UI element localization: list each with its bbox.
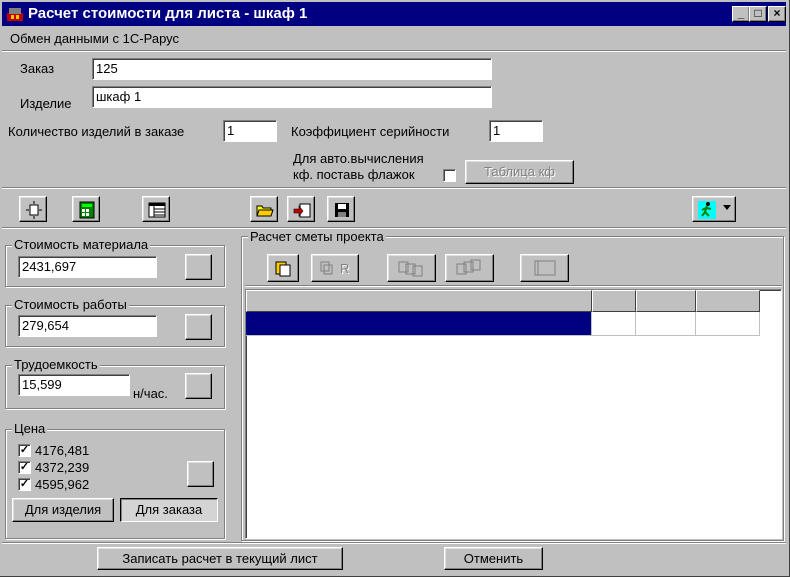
grid-cell[interactable] [636,312,696,336]
estimate-title: Расчет сметы проекта [248,229,386,244]
chevron-down-icon [723,205,731,210]
run-dropdown-button[interactable] [692,196,736,222]
grid-cell[interactable] [696,312,760,336]
quantity-label: Количество изделий в заказе [8,124,185,139]
table-button[interactable] [142,196,170,222]
title-bar[interactable]: Расчет стоимости для листа - шкаф 1 _ □ … [2,2,786,26]
coef-table-button[interactable]: Таблица кф [465,160,574,184]
work-cost-input[interactable]: 279,654 [18,315,157,337]
multi-copy-button[interactable] [387,254,436,282]
for-order-button[interactable]: Для заказа [120,498,218,522]
close-button[interactable]: × [768,6,786,22]
labor-unit: н/час. [133,386,168,401]
footer-divider [2,542,786,544]
price-checkbox-1[interactable]: ✓ [18,444,31,457]
order-label: Заказ [20,61,55,76]
labor-button[interactable] [185,373,212,399]
grid-selected-cell[interactable] [246,312,592,336]
grid-header-cell[interactable] [696,290,760,312]
price-value-2: 4372,239 [35,460,90,475]
grid-header-cell[interactable] [636,290,696,312]
settings-button[interactable] [19,196,47,222]
paste-icon [275,261,291,277]
price-button[interactable] [187,461,214,487]
paste-button[interactable] [267,254,299,282]
quantity-input[interactable]: 1 [223,120,277,142]
settings-icon [26,201,42,219]
labor-title: Трудоемкость [12,357,100,372]
open-folder-icon [256,205,274,217]
copy-r-button[interactable]: R [311,254,359,282]
price-title: Цена [12,421,48,436]
export-icon [293,203,311,218]
estimate-toolbar-divider [245,285,782,287]
minimize-button[interactable]: _ [732,6,750,22]
multi-copy-icon [398,261,423,277]
grid-cell[interactable] [592,312,636,336]
toolbar-top-divider [2,187,786,189]
serial-coef-label: Коэффициент серийности [291,124,450,139]
auto-calc-hint-line1: Для авто.вычисления [293,151,424,166]
product-label: Изделие [20,96,72,111]
material-cost-title: Стоимость материала [12,237,151,252]
for-product-button[interactable]: Для изделия [12,498,114,522]
product-input[interactable]: шкаф 1 [92,86,492,108]
work-cost-title: Стоимость работы [12,297,129,312]
grid-header-cell[interactable] [592,290,636,312]
maximize-button[interactable]: □ [749,6,767,22]
calculation-window: Расчет стоимости для листа - шкаф 1 _ □ … [0,0,790,577]
price-value-3: 4595,962 [35,477,90,492]
price-value-1: 4176,481 [35,443,90,458]
price-checkbox-3[interactable]: ✓ [18,478,31,491]
labor-input[interactable]: 15,599 [18,374,130,396]
material-cost-input[interactable]: 2431,697 [18,256,157,278]
estimate-grid[interactable] [245,289,782,539]
window-title: Расчет стоимости для листа - шкаф 1 [28,5,308,22]
export-button[interactable] [287,196,315,222]
copy-icon [320,261,333,275]
material-cost-button[interactable] [185,254,212,280]
copy-r-label: R [340,261,350,276]
table-icon [148,202,166,218]
price-checkbox-2[interactable]: ✓ [18,461,31,474]
toolbar-bottom-divider [2,227,786,229]
grid-header-cell[interactable] [246,290,592,312]
auto-calc-hint-line2: кф. поставь флажок [293,167,415,182]
multi-paste-button[interactable] [445,254,494,282]
work-cost-button[interactable] [185,314,212,340]
menu-divider [2,50,786,52]
calculator-icon [79,201,95,219]
open-button[interactable] [250,196,278,222]
write-calc-button[interactable]: Записать расчет в текущий лист [97,547,343,570]
order-input[interactable]: 125 [92,58,492,80]
serial-coef-input[interactable]: 1 [489,120,543,142]
save-button[interactable] [327,196,355,222]
menu-item-1c-exchange[interactable]: Обмен данными с 1С-Рарус [10,31,179,46]
app-icon [7,8,23,21]
multi-paste-icon [456,259,481,275]
window-button[interactable] [520,254,569,282]
auto-calc-checkbox[interactable] [443,169,456,182]
save-icon [335,203,349,217]
calculator-button[interactable] [72,196,100,222]
window-icon [534,260,556,276]
run-icon [698,201,716,219]
cancel-button[interactable]: Отменить [444,547,543,570]
